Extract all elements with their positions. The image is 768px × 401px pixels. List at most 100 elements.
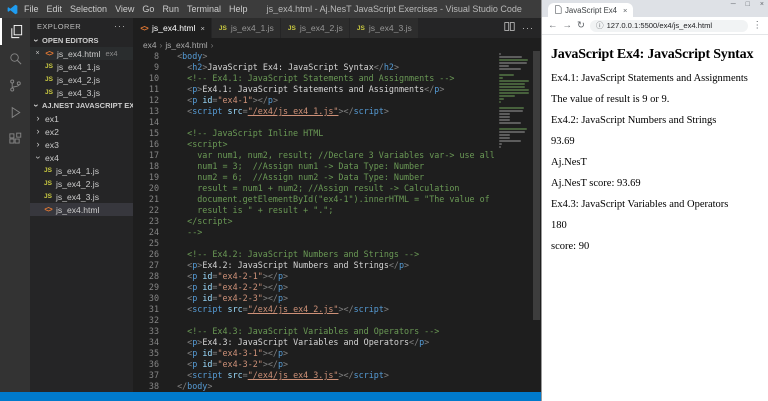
code-line[interactable]: <!-- JavaScript Inline HTML bbox=[167, 128, 497, 139]
code-line[interactable]: num2 = 6; //Assign num2 -> Data Type: Nu… bbox=[167, 172, 497, 183]
code-line[interactable]: <p>Ex4.2: JavaScript Numbers and Strings… bbox=[167, 260, 497, 271]
close-icon[interactable]: × bbox=[34, 50, 41, 57]
tree-folder-ex3[interactable]: ›ex3 bbox=[30, 138, 133, 151]
minimap-line bbox=[499, 119, 510, 121]
code-line[interactable]: <p>Ex4.3: JavaScript Variables and Opera… bbox=[167, 337, 497, 348]
extensions-icon[interactable] bbox=[0, 126, 30, 153]
menu-run[interactable]: Run bbox=[158, 4, 183, 14]
tab-js_ex4.html[interactable]: <>js_ex4.html× bbox=[133, 18, 212, 38]
code-editor[interactable]: 8910111213141516171819202122232425262728… bbox=[133, 51, 541, 392]
run-debug-icon[interactable] bbox=[0, 99, 30, 126]
menu-help[interactable]: Help bbox=[225, 4, 252, 14]
open-editor-item[interactable]: JSjs_ex4_3.js bbox=[30, 86, 133, 99]
back-icon[interactable]: ← bbox=[548, 21, 558, 31]
code-line[interactable]: <h2>JavaScript Ex4: JavaScript Syntax</h… bbox=[167, 62, 497, 73]
minimap-line bbox=[499, 74, 514, 76]
breadcrumb-item[interactable]: ex4 bbox=[143, 40, 157, 50]
close-icon[interactable]: × bbox=[200, 24, 204, 33]
maximize-icon[interactable]: □ bbox=[746, 1, 750, 8]
minimap-line bbox=[499, 68, 521, 70]
menu-file[interactable]: File bbox=[20, 4, 43, 14]
source-control-icon[interactable] bbox=[0, 72, 30, 99]
site-info-icon[interactable]: ⓘ bbox=[596, 20, 604, 31]
open-editor-item[interactable]: ×<>js_ex4.htmlex4 bbox=[30, 47, 133, 60]
code-line[interactable]: <p id="ex4-3-2"></p> bbox=[167, 359, 497, 370]
code-token: "ex4-3-2" bbox=[217, 359, 262, 369]
code-token: < bbox=[167, 359, 192, 369]
tab-js_ex4_3.js[interactable]: JSjs_ex4_3.js bbox=[350, 18, 419, 38]
code-line[interactable]: <p id="ex4-2-2"></p> bbox=[167, 282, 497, 293]
code-line[interactable]: <body> bbox=[167, 51, 497, 62]
workspace-header[interactable]: › AJ.NEST JAVASCRIPT EXERCISES bbox=[30, 99, 133, 112]
code-line[interactable]: --> bbox=[167, 227, 497, 238]
open-editor-item[interactable]: JSjs_ex4_1.js bbox=[30, 60, 133, 73]
code-line[interactable]: </script> bbox=[167, 216, 497, 227]
page-paragraph: score: 90 bbox=[551, 241, 759, 252]
code-token: > bbox=[384, 304, 389, 314]
code-line[interactable]: <!-- Ex4.3: JavaScript Variables and Ope… bbox=[167, 326, 497, 337]
code-line[interactable]: <!-- Ex4.1: JavaScript Statements and As… bbox=[167, 73, 497, 84]
more-actions-icon[interactable]: ··· bbox=[114, 21, 126, 31]
code-token: > bbox=[283, 282, 288, 292]
minimize-icon[interactable]: ─ bbox=[731, 1, 736, 8]
breadcrumb-item[interactable]: js_ex4.html bbox=[165, 40, 207, 50]
code-line[interactable]: <p id="ex4-2-1"></p> bbox=[167, 271, 497, 282]
scrollbar-thumb[interactable] bbox=[533, 51, 540, 320]
menu-view[interactable]: View bbox=[111, 4, 138, 14]
tree-file-js_ex4_3.js[interactable]: JSjs_ex4_3.js bbox=[30, 190, 133, 203]
browser-tab[interactable]: JavaScript Ex4 × bbox=[548, 3, 633, 17]
code-token: > bbox=[283, 359, 288, 369]
line-number: 33 bbox=[133, 326, 159, 337]
tab-js_ex4_2.js[interactable]: JSjs_ex4_2.js bbox=[281, 18, 350, 38]
explorer-icon[interactable] bbox=[0, 18, 30, 45]
tree-file-js_ex4_2.js[interactable]: JSjs_ex4_2.js bbox=[30, 177, 133, 190]
close-icon[interactable]: × bbox=[760, 1, 764, 8]
code-token: Ex4.3: JavaScript Variables and Operator… bbox=[202, 337, 409, 347]
open-editors-header[interactable]: › OPEN EDITORS bbox=[30, 34, 133, 47]
reload-icon[interactable]: ↻ bbox=[577, 21, 585, 31]
tree-folder-ex2[interactable]: ›ex2 bbox=[30, 125, 133, 138]
code-line[interactable]: result is " + result + "."; bbox=[167, 205, 497, 216]
code-line[interactable]: <p id="ex4-3-1"></p> bbox=[167, 348, 497, 359]
tree-file-js_ex4_1.js[interactable]: JSjs_ex4_1.js bbox=[30, 164, 133, 177]
split-editor-icon[interactable] bbox=[504, 19, 515, 37]
code-line[interactable]: </body> bbox=[167, 381, 497, 392]
tab-js_ex4_1.js[interactable]: JSjs_ex4_1.js bbox=[212, 18, 281, 38]
code-line[interactable] bbox=[167, 315, 497, 326]
code-token: < bbox=[167, 293, 192, 303]
url-text: 127.0.0.1:5500/ex4/js_ex4.html bbox=[607, 21, 713, 30]
tree-file-js_ex4.html[interactable]: <>js_ex4.html bbox=[30, 203, 133, 216]
close-icon[interactable]: × bbox=[623, 6, 627, 15]
menu-terminal[interactable]: Terminal bbox=[183, 4, 225, 14]
browser-menu-icon[interactable]: ⋮ bbox=[753, 21, 763, 31]
tree-folder-ex4[interactable]: ›ex4 bbox=[30, 151, 133, 164]
menu-selection[interactable]: Selection bbox=[66, 4, 111, 14]
code-token: ></ bbox=[263, 282, 278, 292]
url-bar[interactable]: ⓘ 127.0.0.1:5500/ex4/js_ex4.html bbox=[590, 20, 748, 32]
tree-folder-ex1[interactable]: ›ex1 bbox=[30, 112, 133, 125]
code-line[interactable]: <script src="/ex4/js_ex4_2.js"></script> bbox=[167, 304, 497, 315]
code-line[interactable] bbox=[167, 238, 497, 249]
code-line[interactable]: num1 = 3; //Assign num1 -> Data Type: Nu… bbox=[167, 161, 497, 172]
code-line[interactable]: result = num1 + num2; //Assign result ->… bbox=[167, 183, 497, 194]
code-token: < bbox=[167, 282, 192, 292]
code-line[interactable]: <script> bbox=[167, 139, 497, 150]
open-editor-item[interactable]: JSjs_ex4_2.js bbox=[30, 73, 133, 86]
code-line[interactable]: <script src="/ex4/js_ex4_1.js"></script> bbox=[167, 106, 497, 117]
more-actions-icon[interactable]: ··· bbox=[522, 23, 534, 33]
code-line[interactable]: var num1, num2, result; //Declare 3 Vari… bbox=[167, 150, 497, 161]
code-line[interactable] bbox=[167, 117, 497, 128]
search-icon[interactable] bbox=[0, 45, 30, 72]
editor-tabs: <>js_ex4.html×JSjs_ex4_1.jsJSjs_ex4_2.js… bbox=[133, 18, 541, 38]
code-line[interactable]: document.getElementById("ex4-1").innerHT… bbox=[167, 194, 497, 205]
minimap[interactable] bbox=[499, 53, 531, 149]
code-line[interactable]: <p>Ex4.1: JavaScript Statements and Assi… bbox=[167, 84, 497, 95]
menu-edit[interactable]: Edit bbox=[43, 4, 67, 14]
code-line[interactable]: <script src="/ex4/js_ex4_3.js"></script> bbox=[167, 370, 497, 381]
scrollbar[interactable] bbox=[532, 51, 541, 392]
forward-icon[interactable]: → bbox=[563, 21, 573, 31]
code-line[interactable]: <p id="ex4-2-3"></p> bbox=[167, 293, 497, 304]
code-line[interactable]: <!-- Ex4.2: JavaScript Numbers and Strin… bbox=[167, 249, 497, 260]
code-line[interactable]: <p id="ex4-1"></p> bbox=[167, 95, 497, 106]
menu-go[interactable]: Go bbox=[138, 4, 158, 14]
